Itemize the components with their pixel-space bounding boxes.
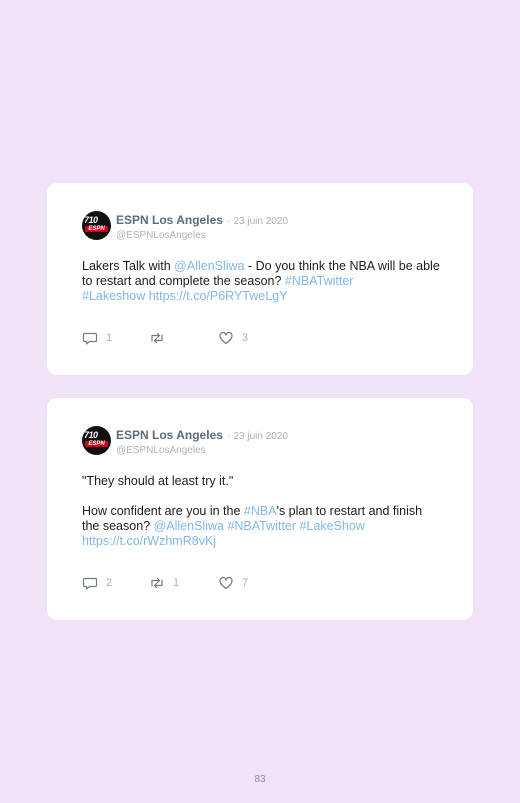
- retweet-count: 1: [173, 577, 180, 589]
- reply-icon: [82, 577, 98, 590]
- heart-icon: [219, 331, 233, 345]
- tweet-header: ESPN Los Angeles · 23 juin 2020 @ESPNLos…: [116, 426, 288, 456]
- tweet-card: 710 ESPN ESPN Los Angeles · 23 juin 2020…: [47, 398, 473, 620]
- tweet-date[interactable]: · 23 juin 2020: [227, 216, 288, 227]
- like-count: 3: [242, 332, 249, 344]
- retweet-icon: [151, 332, 163, 344]
- reply-button[interactable]: 2: [82, 575, 112, 591]
- avatar-logo-710: 710: [84, 430, 98, 440]
- text-segment: Lakers Talk with: [82, 259, 175, 273]
- mention-link[interactable]: @AllenSliwa: [154, 519, 224, 533]
- like-button[interactable]: 3: [218, 330, 248, 346]
- hashtag-link[interactable]: #LakeShow: [299, 519, 364, 533]
- author-name[interactable]: ESPN Los Angeles: [116, 428, 223, 442]
- page-number: 83: [254, 774, 266, 785]
- retweet-button[interactable]: 1: [149, 575, 179, 591]
- quote-text: "They should at least try it.": [82, 474, 234, 488]
- retweet-icon: [151, 577, 163, 589]
- avatar-logo-espn: ESPN: [88, 226, 105, 232]
- tweet-date[interactable]: · 23 juin 2020: [227, 431, 288, 442]
- like-button[interactable]: 7: [218, 575, 248, 591]
- tweet-header: ESPN Los Angeles · 23 juin 2020 @ESPNLos…: [116, 211, 288, 241]
- reply-count: 2: [106, 577, 113, 589]
- reply-button[interactable]: 1: [82, 330, 112, 346]
- avatar-logo-espn: ESPN: [88, 441, 105, 447]
- hashtag-link[interactable]: #Lakeshow: [82, 289, 145, 303]
- author-handle[interactable]: @ESPNLosAngeles: [116, 230, 288, 241]
- reply-icon: [82, 332, 98, 345]
- url-link[interactable]: https://t.co/P6RYTweLgY: [149, 289, 288, 303]
- tweet-card: 710 ESPN ESPN Los Angeles · 23 juin 2020…: [47, 183, 473, 375]
- hashtag-link[interactable]: #NBATwitter: [227, 519, 296, 533]
- heart-icon: [219, 576, 233, 590]
- tweet-text: Lakers Talk with @AllenSliwa - Do you th…: [82, 259, 442, 304]
- like-count: 7: [242, 577, 249, 589]
- author-name[interactable]: ESPN Los Angeles: [116, 213, 223, 227]
- reply-count: 1: [106, 332, 113, 344]
- retweet-button[interactable]: [149, 330, 173, 346]
- tweet-text: "They should at least try it." How confid…: [82, 474, 442, 549]
- avatar-logo-710: 710: [84, 215, 98, 225]
- hashtag-link[interactable]: #NBATwitter: [285, 274, 354, 288]
- text-segment: How confident are you in the: [82, 504, 244, 518]
- avatar[interactable]: 710 ESPN: [82, 211, 111, 240]
- mention-link[interactable]: @AllenSliwa: [174, 259, 244, 273]
- avatar[interactable]: 710 ESPN: [82, 426, 111, 455]
- author-handle[interactable]: @ESPNLosAngeles: [116, 445, 288, 456]
- hashtag-link[interactable]: #NBA: [244, 504, 277, 518]
- url-link[interactable]: https://t.co/rWzhmR8vKj: [82, 534, 216, 548]
